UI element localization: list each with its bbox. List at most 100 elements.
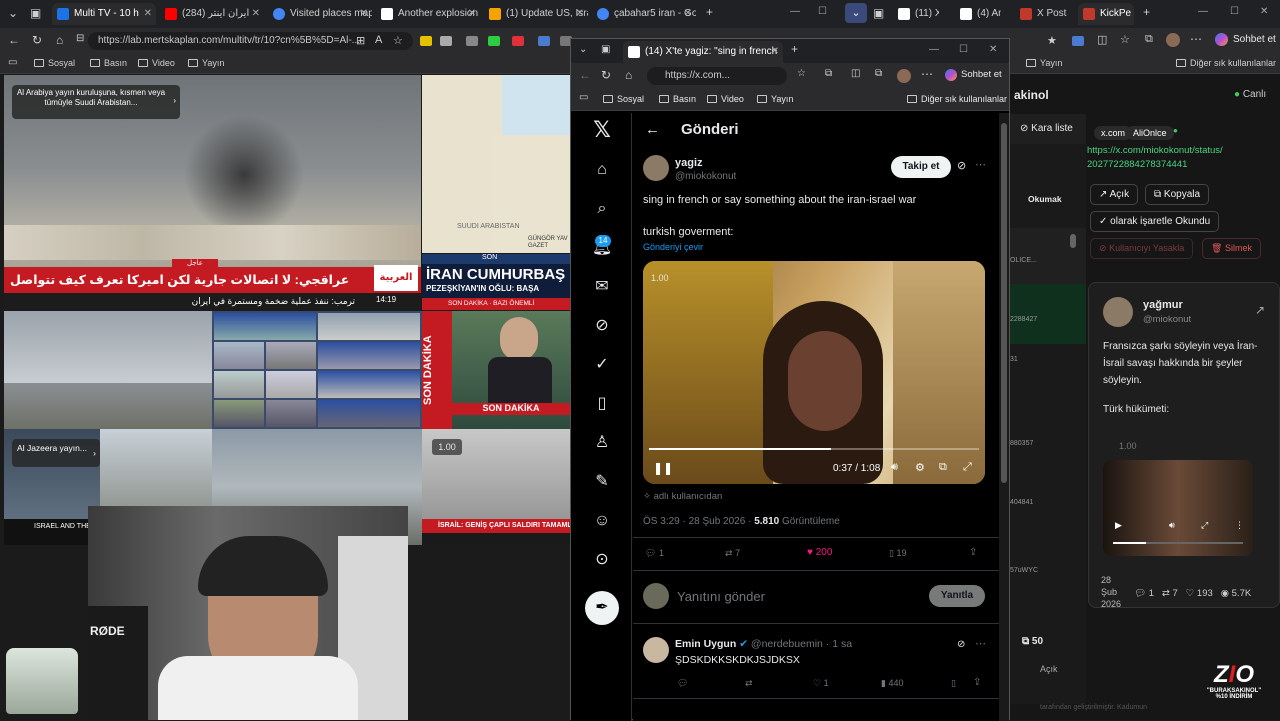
- share-count[interactable]: ⧉ 50: [1022, 636, 1043, 647]
- back-icon[interactable]: ←: [8, 33, 20, 47]
- extension-icon[interactable]: [420, 36, 432, 46]
- bookmark-manager-icon[interactable]: ▭: [8, 57, 17, 68]
- delete-button[interactable]: 🗑︎ Silmek: [1202, 238, 1261, 259]
- video-haberturk[interactable]: SON İRAN CUMHURBAŞ PEZEŞKİYAN'IN OĞLU: B…: [422, 254, 570, 310]
- extension-icon[interactable]: [1072, 36, 1084, 46]
- home-icon[interactable]: ⌂: [591, 159, 613, 181]
- progress-track[interactable]: [649, 448, 979, 450]
- volume-icon[interactable]: 🔊︎: [891, 461, 898, 474]
- bookmark-basin[interactable]: Basın: [659, 94, 696, 104]
- card-video[interactable]: ▶ 🔊︎ ⤢ ⋮: [1103, 460, 1253, 556]
- pip-icon[interactable]: ⧉: [939, 461, 947, 474]
- back-arrow-icon[interactable]: ←: [645, 121, 660, 138]
- extension-icon[interactable]: [488, 36, 500, 46]
- tab-kickpe[interactable]: KickPe: [1078, 3, 1134, 25]
- search-icon[interactable]: ⌕: [591, 198, 613, 220]
- tab-search-icon[interactable]: ⌄: [845, 3, 867, 23]
- close-icon[interactable]: ✕: [468, 3, 476, 25]
- progress-track[interactable]: [1113, 542, 1243, 544]
- bookmark-yayin[interactable]: Yayın: [757, 94, 793, 104]
- share-icon[interactable]: ⇪: [969, 547, 977, 558]
- new-tab-icon[interactable]: +: [706, 5, 713, 19]
- extensions-icon[interactable]: ⧉: [825, 68, 832, 79]
- reply-button[interactable]: Yanıtla: [929, 585, 985, 607]
- copy-button[interactable]: ⧉ Kopyala: [1145, 184, 1210, 205]
- play-icon[interactable]: ▶: [1115, 520, 1122, 531]
- minimize-icon[interactable]: —: [1198, 6, 1208, 17]
- close-icon[interactable]: ✕: [360, 3, 368, 25]
- tab-search-icon[interactable]: ⌄: [8, 6, 18, 20]
- avatar[interactable]: [643, 155, 669, 181]
- more-options-icon[interactable]: ⋯: [975, 158, 986, 171]
- author-name[interactable]: yagiz: [675, 157, 703, 169]
- maximize-icon[interactable]: ☐: [818, 6, 827, 17]
- site-info-icon[interactable]: ⊟: [76, 33, 84, 44]
- fullscreen-icon[interactable]: ⤢: [963, 461, 972, 474]
- video-camera-grid[interactable]: [212, 311, 422, 429]
- channel-toast[interactable]: Al Arabiya yayın kuruluşuna, kısmen veya…: [12, 85, 180, 119]
- reply-input[interactable]: Yanıtını gönder: [677, 589, 765, 604]
- comment-handle[interactable]: @nerdebuemin · 1 sa: [751, 638, 852, 650]
- like-action[interactable]: ♥ 200: [807, 547, 832, 558]
- tab-iran-international[interactable]: (284) ایران اینتر ✕: [160, 3, 264, 25]
- more-icon[interactable]: ⊙: [591, 549, 613, 571]
- profile-icon[interactable]: ☺: [591, 510, 613, 532]
- tab-visited-places[interactable]: Visited places map ✕: [268, 3, 372, 25]
- tab-another-explosion[interactable]: Another explosion ✕: [376, 3, 480, 25]
- avatar[interactable]: [643, 637, 669, 663]
- new-tab-icon[interactable]: +: [1143, 5, 1150, 19]
- minimize-icon[interactable]: —: [790, 6, 800, 17]
- minimize-icon[interactable]: —: [929, 44, 939, 55]
- tab-google-search[interactable]: çabahar5 iran - Goo ✕: [592, 3, 696, 25]
- copilot-icon[interactable]: [1215, 33, 1228, 46]
- comment-repost-icon[interactable]: ⇄: [745, 678, 753, 689]
- tab-update-us[interactable]: (1) Update US, Israe✕: [484, 3, 588, 25]
- close-window-icon[interactable]: ✕: [1260, 6, 1268, 17]
- bookmark-video[interactable]: Video: [138, 58, 175, 68]
- bookmarks-icon[interactable]: ▯: [591, 393, 613, 415]
- extension-icon[interactable]: [466, 36, 478, 46]
- fullscreen-icon[interactable]: ⤢: [1201, 520, 1208, 531]
- repost-action[interactable]: ⇄ 7: [725, 548, 740, 559]
- bookmark-action[interactable]: ▯ 19: [889, 548, 906, 559]
- scrollbar-thumb[interactable]: [1001, 123, 1007, 483]
- more-icon[interactable]: ⋯: [921, 67, 933, 81]
- close-icon[interactable]: ✕: [771, 41, 779, 63]
- grok-icon[interactable]: ⊘: [957, 159, 966, 172]
- articles-icon[interactable]: ✎: [591, 471, 613, 493]
- follow-button[interactable]: Takip et: [891, 156, 951, 178]
- open-button[interactable]: ↗ Açık: [1090, 184, 1139, 205]
- avatar[interactable]: [897, 69, 911, 83]
- close-icon[interactable]: ✕: [144, 3, 152, 25]
- extension-icon[interactable]: [440, 36, 452, 46]
- comment-like-action[interactable]: ♡ 1: [813, 678, 829, 689]
- tab-x-post[interactable]: X Post: [1015, 3, 1075, 25]
- reply-action[interactable]: 💬︎ 1: [645, 548, 664, 559]
- scrollbar-thumb[interactable]: [1070, 234, 1076, 248]
- tab-x-4[interactable]: (4) An: [955, 3, 1001, 25]
- ban-user-button[interactable]: ⊘ Kullanıcıyı Yasakla: [1090, 238, 1194, 259]
- settings-icon[interactable]: ⚙: [915, 461, 925, 474]
- pause-icon[interactable]: ❚❚: [653, 461, 673, 475]
- reader-icon[interactable]: ⊞: [356, 34, 365, 47]
- copilot-icon[interactable]: [945, 69, 957, 81]
- workspaces-icon[interactable]: ▣: [601, 44, 610, 55]
- tab-x-11[interactable]: (11) X: [893, 3, 939, 25]
- video-map[interactable]: SUUDI ARABISTAN GÜNGÖR YAV GAZET: [422, 75, 570, 253]
- external-link-icon[interactable]: ↗: [1255, 303, 1265, 317]
- bookmark-other[interactable]: Diğer sık kullanılanlar: [1176, 58, 1276, 68]
- post-video[interactable]: 1.00 ❚❚ 0:37 / 1:08 🔊︎ ⚙ ⧉ ⤢: [643, 261, 985, 484]
- x-logo-icon[interactable]: 𝕏: [591, 119, 613, 141]
- comment-author[interactable]: Emin Uygun: [675, 638, 736, 650]
- split-screen-icon[interactable]: ◫: [851, 68, 860, 79]
- avatar[interactable]: [1166, 33, 1180, 47]
- refresh-icon[interactable]: ↻: [601, 68, 611, 82]
- more-icon[interactable]: ⋯: [1190, 32, 1202, 46]
- close-icon[interactable]: ✕: [684, 3, 692, 25]
- home-icon[interactable]: ⌂: [56, 33, 63, 47]
- bookmark-manager-icon[interactable]: ▭: [579, 92, 588, 103]
- comment-bookmark-icon[interactable]: ▯: [951, 678, 956, 689]
- compose-button[interactable]: ✒: [585, 591, 619, 625]
- chat-button[interactable]: Sohbet et: [1233, 34, 1276, 45]
- collections-icon[interactable]: ⧉: [875, 68, 882, 79]
